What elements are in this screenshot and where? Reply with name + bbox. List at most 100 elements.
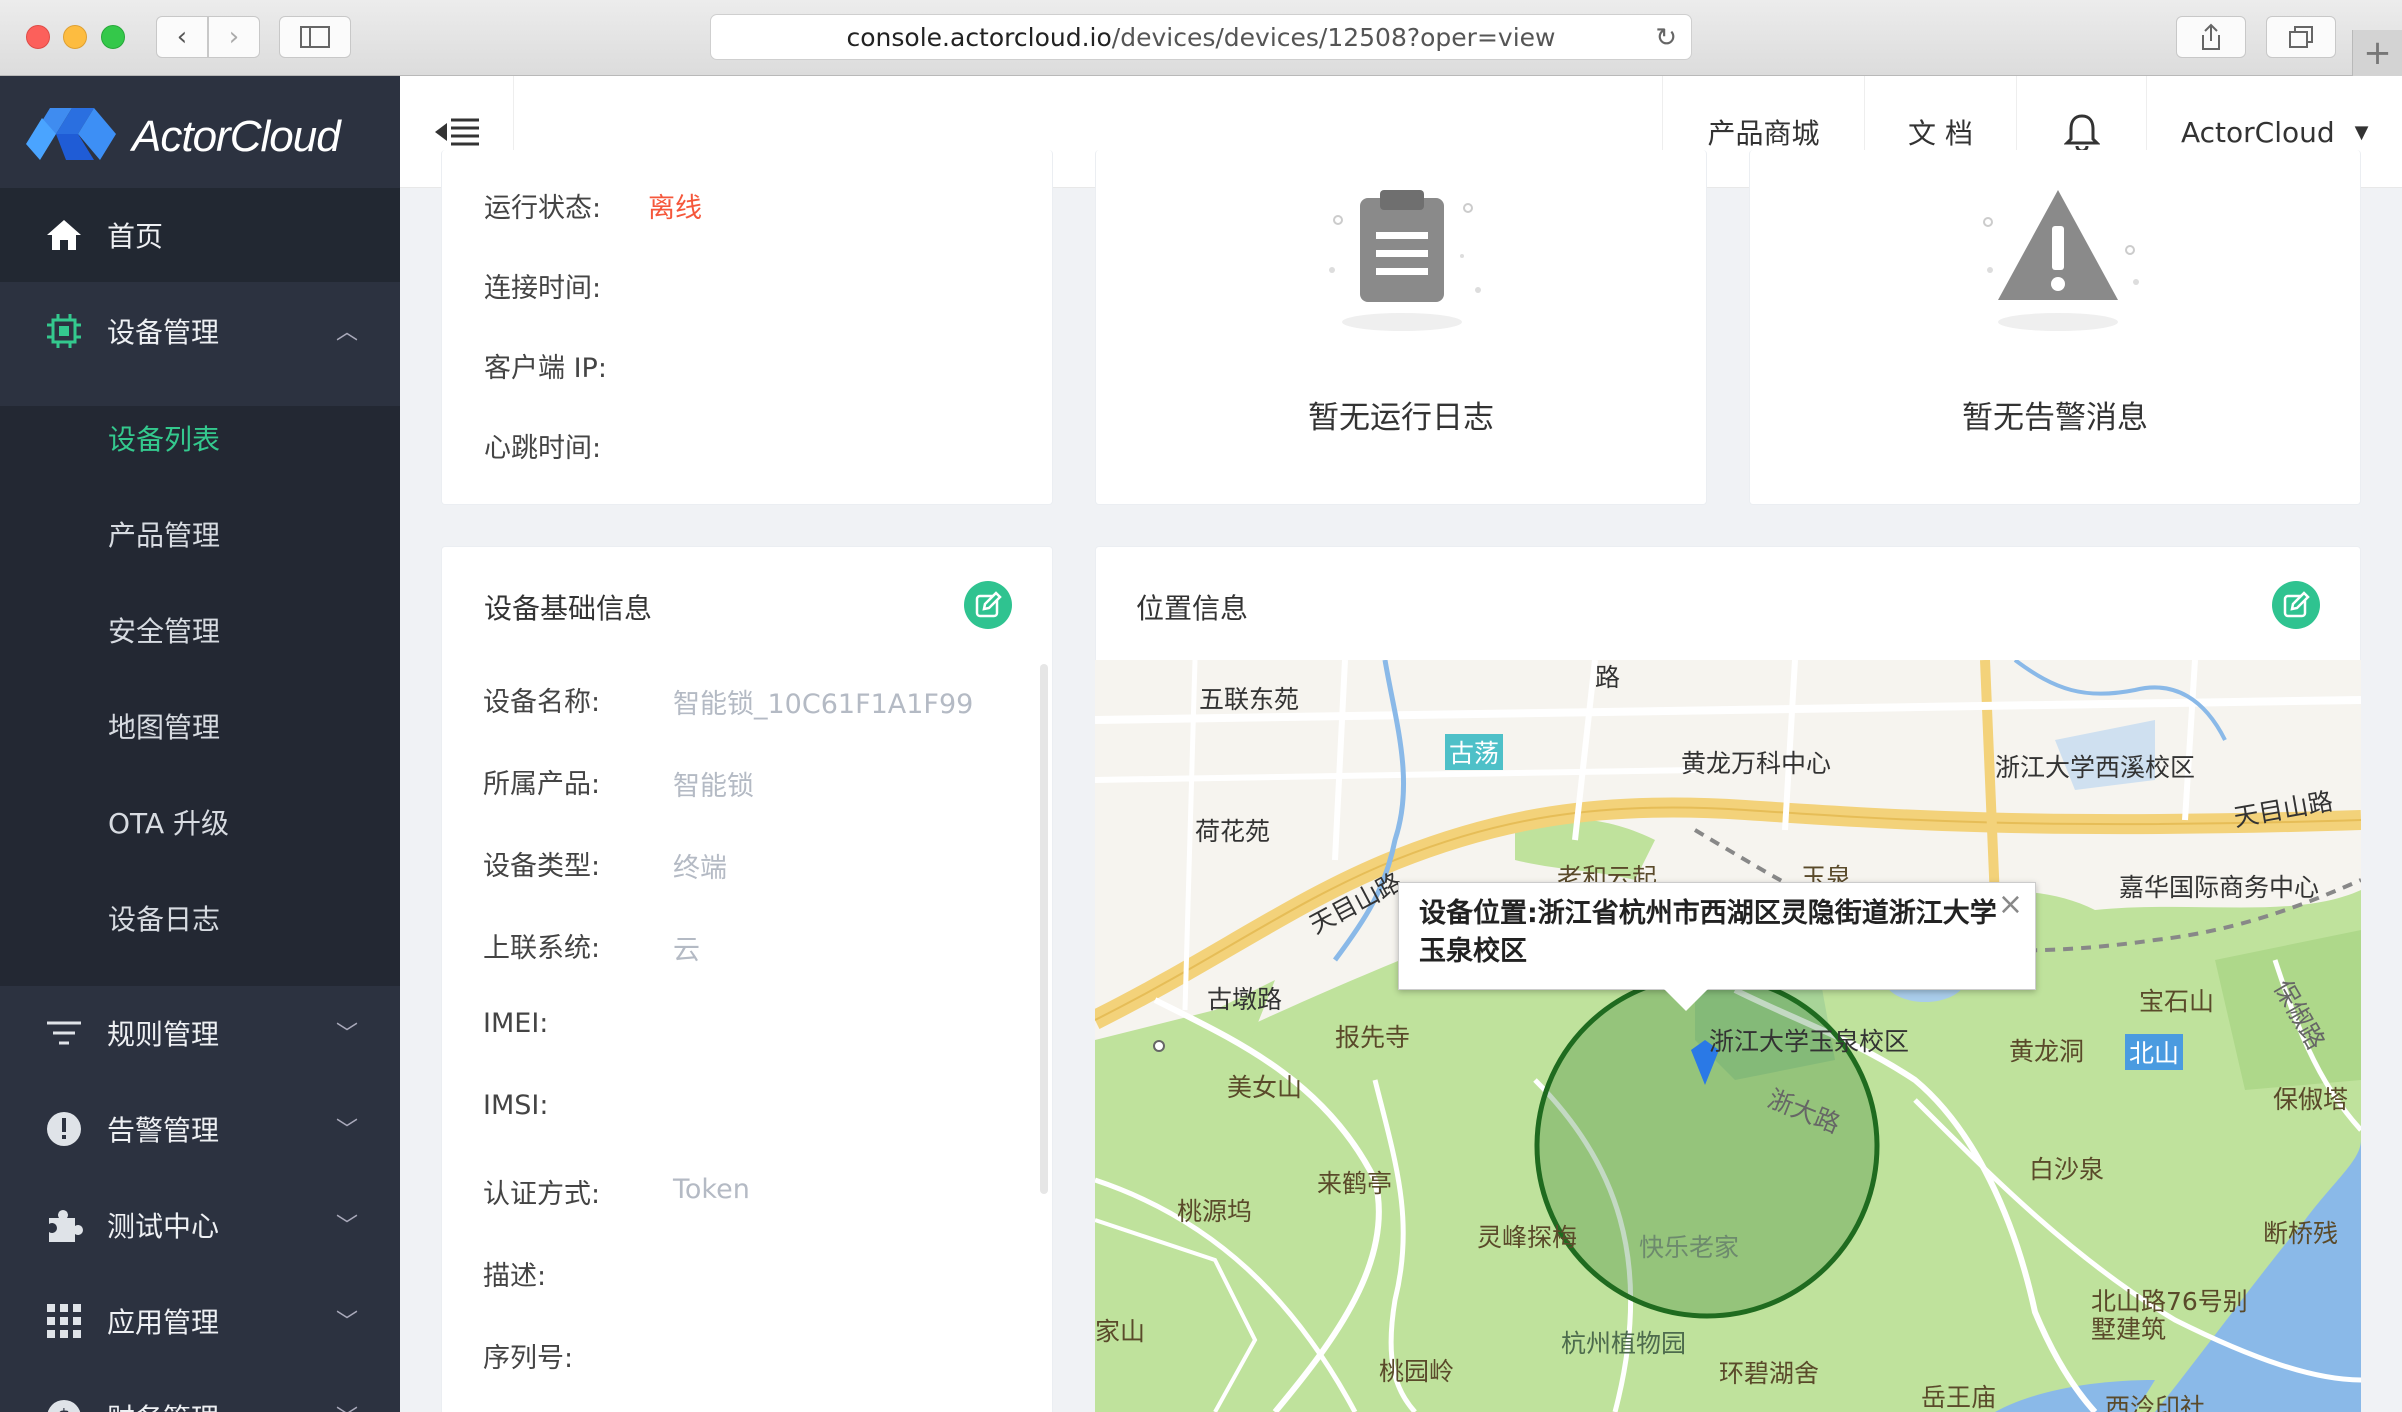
maximize-window-button[interactable]: [101, 25, 125, 49]
map-label: 白沙泉: [2029, 1155, 2105, 1184]
bell-icon: [2063, 114, 2100, 152]
chevron-down-icon: ﹀: [335, 1118, 358, 1143]
chip-icon: [44, 311, 84, 351]
map-label: 桃园岭: [1379, 1357, 1455, 1386]
clipboard-empty-icon: [1329, 190, 1481, 331]
device-location-popup: 设备位置:浙江省杭州市西湖区灵隐街道浙江大学玉泉校区 ×: [1398, 882, 2036, 990]
map-label: 荷花苑: [1195, 817, 1271, 846]
minimize-window-button[interactable]: [63, 25, 87, 49]
no-run-log-text: 暂无运行日志: [1308, 400, 1494, 436]
map-label: 浙江大学西溪校区: [1995, 753, 2196, 782]
svg-text:$: $: [57, 1406, 71, 1412]
sidebar-item-label: 测试中心: [107, 1210, 220, 1243]
actorcloud-logo-icon: [26, 108, 116, 160]
chevron-left-icon: ‹: [176, 22, 188, 52]
map-label: 黄龙万科中心: [1681, 749, 1832, 778]
basic-info-scrollbar[interactable]: [1040, 664, 1048, 1194]
device-name-label: 设备名称:: [483, 687, 601, 718]
imsi-label: IMSI:: [483, 1090, 549, 1121]
brand-name: ActorCloud: [132, 112, 341, 161]
sidebar-item-home[interactable]: 首页: [0, 188, 400, 282]
no-alarm-text: 暂无告警消息: [1962, 400, 2148, 436]
edit-icon: [975, 591, 1002, 618]
edit-location-button[interactable]: [2272, 581, 2320, 629]
url-host: console.actorcloud.io: [846, 22, 1112, 52]
close-icon[interactable]: ×: [1998, 887, 2023, 922]
sidebar-item-label: 应用管理: [107, 1306, 220, 1339]
plus-icon: +: [2363, 33, 2392, 73]
browser-toolbar: ‹ › console.actorcloud.io/devices/device…: [0, 0, 2402, 76]
close-window-button[interactable]: [26, 25, 50, 49]
logo[interactable]: ActorCloud: [0, 76, 400, 188]
home-icon: [44, 215, 84, 255]
warning-empty-icon: [1983, 190, 2139, 331]
submenu-device-list[interactable]: 设备列表: [108, 418, 220, 458]
edit-basic-info-button[interactable]: [964, 581, 1012, 629]
upstream-system-label: 上联系统:: [483, 933, 601, 964]
sidebar-item-label: 规则管理: [107, 1018, 220, 1051]
sidebar-item-app-management[interactable]: 应用管理 ﹀: [0, 1274, 400, 1368]
sidebar: ActorCloud 首页 设备管理 ︿ 设备列表 产品管理 安全管理 地图管理…: [0, 76, 400, 1412]
map-label: 浙江大学玉泉校区: [1709, 1027, 1910, 1056]
submenu-device-log[interactable]: 设备日志: [108, 898, 220, 938]
device-type-label: 设备类型:: [483, 851, 601, 882]
upstream-system-value: 云: [673, 935, 700, 966]
back-button[interactable]: ‹: [156, 16, 208, 58]
map-label: 美女山: [1227, 1073, 1303, 1102]
location-map[interactable]: 五联东苑 古荡 黄龙万科中心 浙江大学西溪校区 天目山路 荷花苑 嘉华国际商务中…: [1095, 660, 2361, 1412]
location-title: 位置信息: [1136, 592, 1249, 625]
status-label: 运行状态:: [484, 193, 602, 224]
submenu-map-management[interactable]: 地图管理: [108, 706, 220, 746]
status-value: 离线: [648, 193, 702, 224]
chevron-down-icon: ﹀: [335, 1022, 358, 1047]
basic-info-title: 设备基础信息: [484, 592, 653, 625]
sidebar-item-rule-management[interactable]: 规则管理 ﹀: [0, 986, 400, 1080]
device-name-value: 智能锁_10C61F1A1F99: [673, 689, 974, 720]
device-type-value: 终端: [673, 853, 727, 884]
map-label: 五联东苑: [1199, 685, 1300, 714]
alert-icon: [44, 1109, 84, 1149]
sidebar-toggle-button[interactable]: [279, 16, 351, 58]
map-label: 路: [1595, 663, 1621, 692]
map-label: 西泠印社: [2105, 1393, 2206, 1412]
url-path: /devices/devices/12508?oper=view: [1111, 22, 1556, 52]
imei-label: IMEI:: [483, 1008, 549, 1039]
sidebar-item-alarm-management[interactable]: 告警管理 ﹀: [0, 1082, 400, 1176]
chevron-down-icon: ﹀: [335, 1310, 358, 1335]
reload-icon[interactable]: ↻: [1655, 23, 1677, 53]
heartbeat-time-label: 心跳时间:: [484, 433, 602, 464]
product-label: 所属产品:: [483, 769, 601, 800]
map-label: 桃源坞: [1177, 1197, 1253, 1226]
map-label: 来鹤亭: [1317, 1169, 1393, 1198]
sidebar-item-test-center[interactable]: 测试中心 ﹀: [0, 1178, 400, 1272]
popup-pointer: [1664, 989, 1708, 1011]
device-submenu: 设备列表 产品管理 安全管理 地图管理 OTA 升级 设备日志: [0, 406, 400, 986]
map-label: 报先寺: [1335, 1023, 1411, 1052]
tabs-icon: [2289, 26, 2313, 48]
address-bar[interactable]: console.actorcloud.io/devices/devices/12…: [710, 14, 1692, 60]
submenu-security-management[interactable]: 安全管理: [108, 610, 220, 650]
map-label: 断桥残: [2263, 1219, 2339, 1248]
product-value: 智能锁: [673, 771, 754, 802]
popup-text: 设备位置:浙江省杭州市西湖区灵隐街道浙江大学玉泉校区: [1419, 898, 1997, 967]
grid-icon: [44, 1301, 84, 1341]
menu-fold-icon: [434, 118, 479, 146]
chevron-down-icon: ﹀: [336, 1400, 358, 1412]
chevron-up-icon: ︿: [335, 320, 358, 345]
forward-button[interactable]: ›: [208, 16, 260, 58]
tabs-button[interactable]: [2266, 16, 2336, 58]
new-tab-button[interactable]: +: [2352, 30, 2402, 76]
connect-time-label: 连接时间:: [484, 273, 602, 304]
map-label: 环碧湖舍: [1719, 1359, 1820, 1388]
sidebar-item-label: 告警管理: [107, 1114, 220, 1147]
sidebar-icon: [300, 26, 330, 48]
puzzle-icon: [44, 1205, 84, 1245]
serial-number-label: 序列号:: [483, 1343, 574, 1374]
share-button[interactable]: [2176, 16, 2246, 58]
map-label: 快乐老家: [1639, 1233, 1740, 1262]
map-label: 古荡: [1445, 734, 1504, 770]
sidebar-item-finance-management[interactable]: $ 财务管理 ﹀: [0, 1370, 400, 1412]
submenu-ota-upgrade[interactable]: OTA 升级: [108, 802, 229, 842]
sidebar-item-device-management[interactable]: 设备管理 ︿: [0, 284, 400, 378]
submenu-product-management[interactable]: 产品管理: [108, 514, 220, 554]
